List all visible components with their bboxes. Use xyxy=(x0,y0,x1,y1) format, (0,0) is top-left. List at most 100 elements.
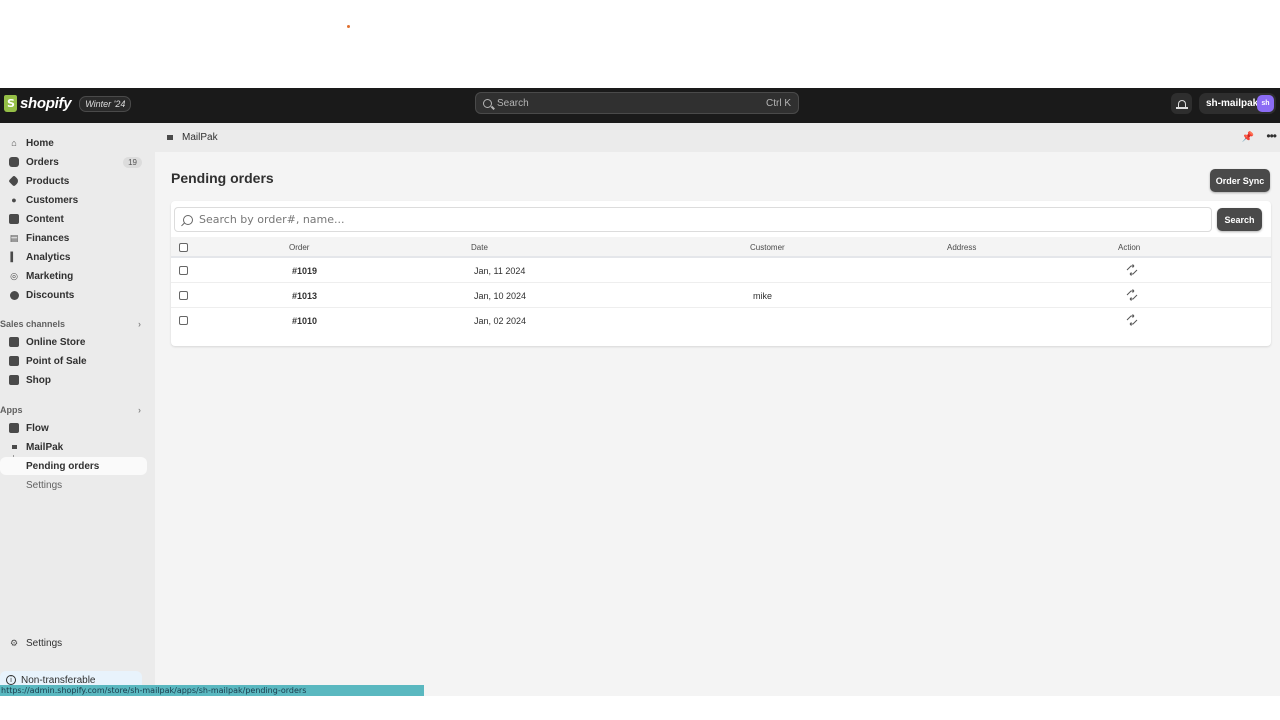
sidebar-item-orders[interactable]: Orders 19 xyxy=(0,153,147,171)
sync-icon[interactable] xyxy=(1125,314,1139,326)
app-title-bar: MailPak 📌 ••• xyxy=(155,123,1280,152)
order-search-input[interactable] xyxy=(199,213,1099,226)
bell-icon xyxy=(1175,99,1188,109)
sidebar-item-marketing[interactable]: ◎ Marketing xyxy=(0,267,147,285)
order-search-field[interactable] xyxy=(174,207,1212,232)
chevron-right-icon: › xyxy=(138,319,141,329)
sidebar-item-label: Discounts xyxy=(26,289,75,301)
column-header-address: Address xyxy=(947,243,977,252)
shopify-logo[interactable]: shopify Winter '24 xyxy=(4,95,132,112)
row-checkbox[interactable] xyxy=(179,291,188,300)
flow-icon xyxy=(9,423,19,433)
sidebar-item-label: Online Store xyxy=(26,336,86,348)
sidebar-item-flow[interactable]: Flow xyxy=(0,419,147,437)
sales-channels-header[interactable]: Sales channels › xyxy=(0,319,147,329)
table-header: Order Date Customer Address Action xyxy=(171,237,1271,258)
sidebar-item-settings[interactable]: ⚙ Settings xyxy=(0,634,147,652)
column-header-action: Action xyxy=(1118,243,1141,252)
orders-card: Search Order Date Customer Address Actio… xyxy=(171,201,1271,346)
shopify-bag-icon xyxy=(4,95,17,112)
sidebar-item-point-of-sale[interactable]: Point of Sale xyxy=(0,352,147,370)
notifications-button[interactable] xyxy=(1171,93,1192,114)
main-content: MailPak 📌 ••• Pending orders Order Sync … xyxy=(155,123,1280,696)
sidebar-item-content[interactable]: Content xyxy=(0,210,147,228)
store-name: sh-mailpak xyxy=(1206,98,1259,109)
sidebar-item-label: Products xyxy=(26,175,70,187)
sidebar-item-label: Shop xyxy=(26,374,51,386)
bank-icon: ▤ xyxy=(9,232,19,243)
page-title: Pending orders xyxy=(171,170,274,186)
section-label: Apps xyxy=(0,405,23,415)
select-all-checkbox[interactable] xyxy=(179,243,188,252)
search-shortcut: Ctrl K xyxy=(766,97,791,109)
sidebar-item-customers[interactable]: ● Customers xyxy=(0,191,147,209)
sidebar-item-label: Orders xyxy=(26,156,59,168)
table-row[interactable]: #1013 Jan, 10 2024 mike xyxy=(171,283,1271,308)
order-date: Jan, 10 2024 xyxy=(474,291,527,301)
pin-icon[interactable]: 📌 xyxy=(1242,132,1254,143)
content-icon xyxy=(9,214,19,224)
tag-icon xyxy=(8,175,20,187)
apps-header[interactable]: Apps › xyxy=(0,405,147,415)
sidebar-item-finances[interactable]: ▤ Finances xyxy=(0,229,147,247)
browser-blank-area xyxy=(0,0,1280,88)
order-date: Jan, 11 2024 xyxy=(474,266,526,276)
info-icon: i xyxy=(6,675,16,685)
sidebar-item-label: Home xyxy=(26,137,54,149)
search-icon xyxy=(483,98,492,108)
chevron-right-icon: › xyxy=(138,405,141,415)
gear-icon: ⚙ xyxy=(9,637,19,648)
sidebar-item-online-store[interactable]: Online Store xyxy=(0,333,147,351)
sidebar-item-label: Settings xyxy=(26,479,63,491)
sidebar: ⌂ Home Orders 19 Products ● Customers Co… xyxy=(0,123,155,696)
mailpak-icon xyxy=(9,442,19,452)
edition-badge[interactable]: Winter '24 xyxy=(79,95,132,112)
sync-icon[interactable] xyxy=(1125,289,1139,301)
section-label: Sales channels xyxy=(0,319,66,329)
sidebar-item-shop[interactable]: Shop xyxy=(0,371,147,389)
sidebar-item-app-settings[interactable]: Settings xyxy=(0,476,147,494)
global-search-placeholder: Search xyxy=(497,97,529,109)
sidebar-item-discounts[interactable]: Discounts xyxy=(0,286,147,304)
sidebar-item-label: MailPak xyxy=(26,441,64,453)
target-icon: ◎ xyxy=(10,270,18,281)
column-header-order: Order xyxy=(289,243,310,252)
column-header-date: Date xyxy=(471,243,488,252)
store-menu-button[interactable]: sh-mailpak sh xyxy=(1199,93,1276,114)
sidebar-item-products[interactable]: Products xyxy=(0,172,147,190)
sidebar-item-mailpak[interactable]: MailPak xyxy=(0,438,147,456)
sidebar-item-label: Marketing xyxy=(26,270,74,282)
sidebar-item-label: Customers xyxy=(26,194,79,206)
sidebar-item-label: Point of Sale xyxy=(26,355,87,367)
column-header-customer: Customer xyxy=(750,243,785,252)
more-options-icon[interactable]: ••• xyxy=(1266,129,1277,143)
sidebar-item-pending-orders[interactable]: Pending orders xyxy=(0,457,147,475)
orders-count-badge: 19 xyxy=(123,156,142,168)
sidebar-item-analytics[interactable]: ▍ Analytics xyxy=(0,248,147,266)
order-number[interactable]: #1013 xyxy=(292,291,317,301)
discount-icon xyxy=(9,290,19,300)
store-icon xyxy=(9,337,19,347)
sidebar-item-label: Analytics xyxy=(26,251,71,263)
order-sync-button[interactable]: Order Sync xyxy=(1210,169,1270,192)
sidebar-item-home[interactable]: ⌂ Home xyxy=(0,134,147,152)
order-number[interactable]: #1010 xyxy=(292,316,317,326)
row-checkbox[interactable] xyxy=(179,266,188,275)
search-button[interactable]: Search xyxy=(1217,208,1262,231)
table-row[interactable]: #1019 Jan, 11 2024 xyxy=(171,258,1271,283)
avatar: sh xyxy=(1257,95,1274,112)
stray-dot xyxy=(347,25,350,28)
brand-name: shopify xyxy=(20,95,72,112)
global-search[interactable]: Search Ctrl K xyxy=(475,92,799,114)
table-row[interactable]: #1010 Jan, 02 2024 xyxy=(171,308,1271,333)
sidebar-item-label: Finances xyxy=(26,232,70,244)
order-customer: mike xyxy=(753,291,773,301)
app-name: MailPak xyxy=(182,132,218,143)
row-checkbox[interactable] xyxy=(179,316,188,325)
sync-icon[interactable] xyxy=(1125,264,1139,276)
order-number[interactable]: #1019 xyxy=(292,266,317,276)
status-bar-url: https://admin.shopify.com/store/sh-mailp… xyxy=(0,685,424,696)
home-icon: ⌂ xyxy=(11,138,17,148)
